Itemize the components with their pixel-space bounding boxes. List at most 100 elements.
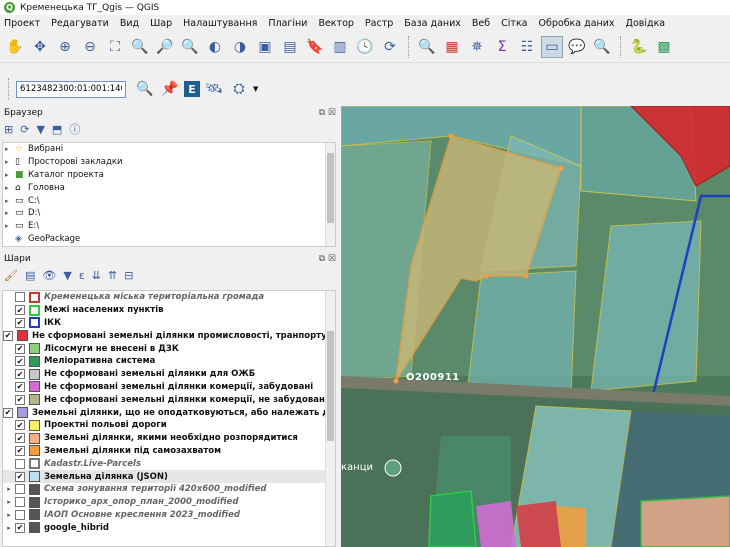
layer-row[interactable]: ▸ Схема зонування території 420x600_modif… — [3, 483, 335, 496]
layer-row[interactable]: ✔ Земельні ділянки під самозахватом — [3, 445, 335, 458]
menu-project[interactable]: Проект — [4, 18, 40, 29]
annotation-icon[interactable]: 💬 — [566, 36, 588, 58]
manage-visibility-icon[interactable]: 👁 — [42, 269, 56, 282]
satellite-dropdown-icon[interactable]: ⛭ — [228, 78, 250, 100]
layer-row[interactable]: ▸ Історико_арх_опор_план_2000_modified — [3, 496, 335, 509]
browser-item-favorites[interactable]: ▸ ☆ Вибрані — [3, 143, 335, 156]
georeferencer-icon[interactable]: ▩ — [653, 36, 675, 58]
layer-row[interactable]: ✔ Не сформовані земельні ділянки промисло… — [3, 329, 335, 342]
expand-arrow-icon[interactable]: ▸ — [3, 511, 15, 519]
layer-row[interactable]: ✔ Не сформовані земельні ділянки для ОЖБ — [3, 368, 335, 381]
pan-icon[interactable]: ✋ — [4, 36, 26, 58]
add-group-icon[interactable]: ▤ — [25, 269, 35, 282]
layer-row[interactable]: ✔ Не сформовані земельні ділянки комерції… — [3, 393, 335, 406]
layer-row[interactable]: ✔ Земельні ділянки, що не оподатковуються… — [3, 406, 335, 419]
layer-row[interactable]: ▸ ✔ google_hibrid — [3, 521, 335, 534]
layer-visibility-checkbox[interactable]: ✔ — [15, 343, 25, 354]
cadastral-number-input[interactable] — [16, 80, 126, 98]
identify-icon[interactable]: 🔍 — [416, 36, 438, 58]
layer-row[interactable]: ✔ Межі населених пунктів — [3, 304, 335, 317]
map-canvas[interactable]: O200911 канци — [341, 106, 730, 547]
spatial-bookmark-icon[interactable]: 🔖 — [304, 36, 326, 58]
layer-visibility-checkbox[interactable]: ✔ — [15, 356, 25, 367]
menu-edit[interactable]: Редагувати — [51, 18, 109, 29]
layer-visibility-checkbox[interactable]: ✔ — [15, 445, 25, 456]
layer-visibility-checkbox[interactable]: ✔ — [15, 522, 25, 533]
collapse-all-layers-icon[interactable]: ⇈ — [108, 269, 117, 282]
add-layer-icon[interactable]: ⊞ — [4, 123, 13, 136]
python-console-icon[interactable]: 🐍 — [628, 36, 650, 58]
menu-help[interactable]: Довідка — [626, 18, 666, 29]
dropdown-arrow-icon[interactable]: ▼ — [253, 85, 258, 93]
menu-mesh[interactable]: Сітка — [501, 18, 527, 29]
layer-visibility-checkbox[interactable]: ✔ — [15, 420, 25, 431]
layer-visibility-checkbox[interactable]: ✔ — [15, 471, 25, 482]
new-map-view-icon[interactable]: ▣ — [254, 36, 276, 58]
expand-all-icon[interactable]: ⇊ — [92, 269, 101, 282]
layer-visibility-checkbox[interactable]: ✔ — [15, 394, 25, 405]
search-cadastral-icon[interactable]: 🔍 — [134, 78, 156, 100]
layer-visibility-checkbox[interactable] — [15, 509, 25, 520]
toolbar-grip-3[interactable] — [8, 78, 12, 100]
new-3d-view-icon[interactable]: ▤ — [279, 36, 301, 58]
browser-item-drive-d[interactable]: ▸ ▭ D:\ — [3, 207, 335, 220]
browser-item-bookmarks[interactable]: ▸ ▯ Просторові закладки — [3, 156, 335, 169]
panel-controls-icon[interactable]: ⧉ ☒ — [319, 108, 336, 118]
satellite-icon[interactable]: 🛰 — [203, 78, 225, 100]
refresh-icon[interactable]: ⟳ — [379, 36, 401, 58]
zoom-selection-icon[interactable]: 🔍 — [129, 36, 151, 58]
style-icon[interactable]: 🖌 — [4, 269, 18, 282]
expand-arrow-icon[interactable]: ▸ — [3, 498, 15, 506]
browser-item-geopackage[interactable]: ◈ GeoPackage — [3, 233, 335, 246]
filter-expression-icon[interactable]: ε — [79, 269, 85, 282]
layer-visibility-checkbox[interactable] — [15, 458, 25, 469]
zoom-in-icon[interactable]: ⊕ — [54, 36, 76, 58]
layer-visibility-checkbox[interactable] — [15, 497, 25, 508]
sum-icon[interactable]: Σ — [491, 36, 513, 58]
menu-processing[interactable]: Обробка даних — [539, 18, 615, 29]
menu-web[interactable]: Веб — [472, 18, 490, 29]
toolbar-grip[interactable] — [408, 35, 412, 58]
layer-visibility-checkbox[interactable]: ✔ — [3, 407, 13, 418]
zoom-next-icon[interactable]: ◑ — [229, 36, 251, 58]
layer-row[interactable]: ✔ Проектні польові дороги — [3, 419, 335, 432]
layer-visibility-checkbox[interactable]: ✔ — [3, 330, 13, 341]
filter-legend-icon[interactable]: ▼ — [63, 269, 71, 282]
info-icon[interactable]: ⓘ — [69, 121, 80, 137]
layer-visibility-checkbox[interactable] — [15, 484, 25, 495]
layer-row[interactable]: ▸ ІАОП Основне креслення 2023_modified — [3, 509, 335, 522]
layer-row[interactable]: ✔ Меліоративна система — [3, 355, 335, 368]
layer-visibility-checkbox[interactable]: ✔ — [15, 433, 25, 444]
map-pin-icon[interactable]: 📌 — [159, 78, 181, 100]
layer-row[interactable]: Kadastr.Live-Parcels — [3, 457, 335, 470]
expand-arrow-icon[interactable]: ▸ — [3, 524, 15, 532]
measure-icon[interactable]: ▭ — [541, 35, 563, 58]
browser-item-project-home[interactable]: ▸ ■ Каталог проекта — [3, 169, 335, 182]
zoom-native-icon[interactable]: 🔍 — [179, 36, 201, 58]
browser-scrollbar[interactable] — [325, 143, 335, 246]
browser-item-drive-c[interactable]: ▸ ▭ C:\ — [3, 194, 335, 207]
menu-layer[interactable]: Шар — [150, 18, 172, 29]
e-service-icon[interactable]: E — [184, 81, 200, 97]
pan-to-selection-icon[interactable]: ✥ — [29, 36, 51, 58]
menu-view[interactable]: Вид — [120, 18, 139, 29]
layer-visibility-checkbox[interactable]: ✔ — [15, 369, 25, 380]
layers-scrollbar[interactable] — [325, 291, 335, 546]
collapse-all-icon[interactable]: ⬒ — [52, 123, 62, 136]
layer-row[interactable]: ✔ ІКК — [3, 317, 335, 330]
menu-database[interactable]: База даних — [404, 18, 461, 29]
browser-item-home[interactable]: ▸ ⌂ Головна — [3, 181, 335, 194]
zoom-last-icon[interactable]: ◐ — [204, 36, 226, 58]
field-calculator-icon[interactable]: ☷ — [516, 36, 538, 58]
layer-visibility-checkbox[interactable]: ✔ — [15, 317, 25, 328]
layer-row[interactable]: ✔ Земельні ділянки, якими необхідно розпо… — [3, 432, 335, 445]
panel-controls-icon[interactable]: ⧉ ☒ — [319, 254, 336, 264]
attribute-table-icon[interactable]: ▦ — [441, 36, 463, 58]
browser-item-drive-e[interactable]: ▸ ▭ E:\ — [3, 220, 335, 233]
show-bookmarks-icon[interactable]: ▥ — [329, 36, 351, 58]
layer-visibility-checkbox[interactable]: ✔ — [15, 381, 25, 392]
toolbar-grip-2[interactable] — [620, 35, 624, 58]
zoom-layer-icon[interactable]: 🔎 — [154, 36, 176, 58]
layer-row[interactable]: ✔ Лісосмуги не внесені в ДЗК — [3, 342, 335, 355]
zoom-out-icon[interactable]: ⊖ — [79, 36, 101, 58]
